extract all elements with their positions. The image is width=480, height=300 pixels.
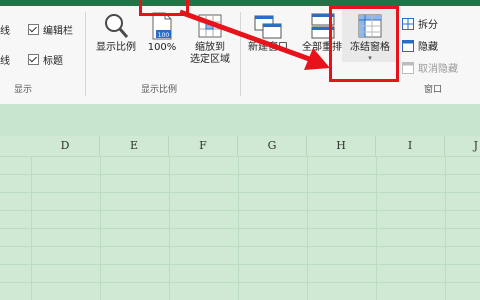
grid-line xyxy=(0,246,480,247)
column-header-i[interactable]: I xyxy=(376,136,445,156)
column-header-g[interactable]: G xyxy=(238,136,307,156)
grid-line xyxy=(445,156,446,300)
grid-line xyxy=(0,264,480,265)
column-header-e[interactable]: E xyxy=(100,136,169,156)
grid-line xyxy=(0,156,480,157)
column-header-f[interactable]: F xyxy=(169,136,238,156)
grid-line xyxy=(0,192,480,193)
grid-line xyxy=(100,156,101,300)
grid-line xyxy=(238,156,239,300)
grid-line xyxy=(0,228,480,229)
grid-line xyxy=(169,156,170,300)
grid-line xyxy=(0,282,480,283)
grid-line xyxy=(307,156,308,300)
grid-line xyxy=(376,156,377,300)
column-header-h[interactable]: H xyxy=(307,136,376,156)
grid-line xyxy=(0,210,480,211)
grid-line xyxy=(31,156,32,300)
column-header-d[interactable]: D xyxy=(31,136,100,156)
grid-line xyxy=(0,174,480,175)
worksheet-grid[interactable]: D E F G H I J xyxy=(0,136,480,300)
formula-area xyxy=(0,104,480,136)
column-header-j[interactable]: J xyxy=(445,136,480,156)
